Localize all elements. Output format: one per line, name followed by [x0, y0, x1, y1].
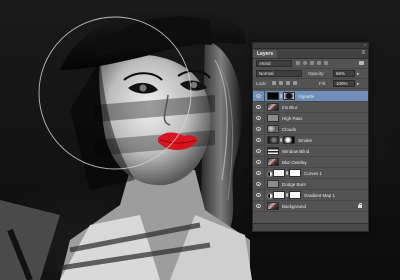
- visibility-eye-icon[interactable]: [256, 204, 261, 208]
- layers-panel[interactable]: » Layers ≡ ⌕Kind Normal Opacity: 66% ▸ L…: [252, 42, 369, 232]
- layer-row[interactable]: Clouds: [253, 124, 368, 135]
- link-chain-icon[interactable]: [286, 171, 288, 175]
- layer-row[interactable]: Smoke: [253, 135, 368, 146]
- fill-dropdown-icon[interactable]: ▸: [357, 81, 359, 86]
- layer-name[interactable]: Smoke: [298, 138, 312, 143]
- lock-pixels-icon[interactable]: [279, 81, 283, 85]
- row-divider: [264, 102, 265, 112]
- visibility-eye-icon[interactable]: [256, 160, 261, 164]
- layer-name[interactable]: Clouds: [282, 127, 296, 132]
- layer-thumbnail[interactable]: [267, 114, 279, 122]
- lock-label: Lock:: [256, 81, 267, 86]
- filter-toggle-icon[interactable]: [359, 61, 364, 65]
- filter-kind-label: Kind: [261, 61, 271, 66]
- layer-thumbnail[interactable]: [273, 191, 285, 199]
- layer-row[interactable]: Dodge Burn: [253, 179, 368, 190]
- layer-row[interactable]: High Pass: [253, 113, 368, 124]
- fill-label: Fill:: [319, 81, 326, 86]
- filter-shape-icon[interactable]: [317, 61, 321, 65]
- visibility-eye-icon[interactable]: [256, 105, 261, 109]
- layer-row[interactable]: Iris Blur: [253, 102, 368, 113]
- layer-row[interactable]: Vignette: [253, 91, 368, 102]
- visibility-eye-icon[interactable]: [256, 138, 261, 142]
- layer-name[interactable]: Iris Blur: [282, 105, 297, 110]
- layer-row[interactable]: Blur Overlay: [253, 157, 368, 168]
- layer-thumbnail[interactable]: [267, 158, 279, 166]
- visibility-eye-icon[interactable]: [256, 94, 261, 98]
- layer-name[interactable]: Blur Overlay: [282, 160, 307, 165]
- fill-field[interactable]: 100%: [333, 80, 355, 87]
- layer-name[interactable]: Vignette: [298, 94, 314, 99]
- lock-row: Lock: Fill: 100% ▸: [253, 79, 368, 89]
- layer-name[interactable]: Dodge Burn: [282, 182, 306, 187]
- opacity-field[interactable]: 66%: [333, 70, 355, 77]
- layer-mask-thumbnail[interactable]: [289, 191, 301, 199]
- layer-mask-thumbnail[interactable]: [289, 169, 301, 177]
- opacity-label: Opacity:: [308, 71, 325, 76]
- layer-thumbnail[interactable]: [267, 103, 279, 111]
- visibility-eye-icon[interactable]: [256, 127, 261, 131]
- row-divider: [264, 168, 265, 178]
- panel-menu-icon[interactable]: ≡: [361, 50, 365, 57]
- row-divider: [264, 91, 265, 101]
- lock-icon: [358, 203, 362, 208]
- layer-thumbnail[interactable]: [267, 180, 279, 188]
- layer-name[interactable]: Curves 1: [304, 171, 322, 176]
- blend-row: Normal Opacity: 66% ▸: [253, 69, 368, 79]
- layer-name[interactable]: Background: [282, 204, 306, 209]
- panel-footer: [253, 223, 368, 231]
- row-divider: [264, 135, 265, 145]
- layer-thumbnail[interactable]: [267, 92, 279, 100]
- layer-name[interactable]: Window Blind: [282, 149, 309, 154]
- filter-adjustment-icon[interactable]: [303, 61, 307, 65]
- layer-row[interactable]: Curves 1: [253, 168, 368, 179]
- layer-row[interactable]: Gradient Map 1: [253, 190, 368, 201]
- visibility-eye-icon[interactable]: [256, 116, 261, 120]
- layer-list: Vignette Iris Blur High Pass Clouds Smoke Win…: [253, 91, 368, 212]
- filter-pixel-icon[interactable]: [296, 61, 300, 65]
- opacity-dropdown-icon[interactable]: ▸: [357, 71, 359, 76]
- lock-position-icon[interactable]: [286, 81, 290, 85]
- visibility-eye-icon[interactable]: [256, 171, 261, 175]
- visibility-eye-icon[interactable]: [256, 182, 261, 186]
- layer-thumbnail[interactable]: [267, 136, 279, 144]
- tab-layers[interactable]: Layers: [253, 50, 278, 58]
- layer-mask-thumbnail[interactable]: [283, 136, 295, 144]
- layer-row[interactable]: Background: [253, 201, 368, 212]
- row-divider: [264, 179, 265, 189]
- filter-row: ⌕Kind: [253, 59, 368, 69]
- layer-thumbnail[interactable]: [273, 169, 285, 177]
- filter-kind-select[interactable]: ⌕Kind: [256, 60, 292, 67]
- lock-all-icon[interactable]: [293, 81, 297, 85]
- row-divider: [264, 146, 265, 156]
- row-divider: [264, 113, 265, 123]
- row-divider: [264, 201, 265, 211]
- lock-transparency-icon[interactable]: [272, 81, 276, 85]
- layer-row[interactable]: Window Blind: [253, 146, 368, 157]
- row-divider: [264, 124, 265, 134]
- layer-thumbnail[interactable]: [267, 125, 279, 133]
- layer-name[interactable]: Gradient Map 1: [304, 193, 335, 198]
- link-chain-icon[interactable]: [280, 138, 282, 142]
- panel-tab-bar: Layers ≡: [253, 49, 368, 59]
- filter-type-icon[interactable]: [310, 61, 314, 65]
- row-divider: [264, 190, 265, 200]
- blend-mode-select[interactable]: Normal: [256, 70, 302, 77]
- row-divider: [264, 157, 265, 167]
- filter-smart-object-icon[interactable]: [324, 61, 328, 65]
- link-chain-icon[interactable]: [280, 94, 282, 98]
- link-chain-icon[interactable]: [286, 193, 288, 197]
- visibility-eye-icon[interactable]: [256, 193, 261, 197]
- layer-thumbnail[interactable]: [267, 147, 279, 155]
- layer-mask-thumbnail[interactable]: [283, 92, 295, 100]
- visibility-eye-icon[interactable]: [256, 149, 261, 153]
- collapse-icon[interactable]: »: [364, 43, 366, 47]
- layer-name[interactable]: High Pass: [282, 116, 303, 121]
- layer-thumbnail[interactable]: [267, 202, 279, 210]
